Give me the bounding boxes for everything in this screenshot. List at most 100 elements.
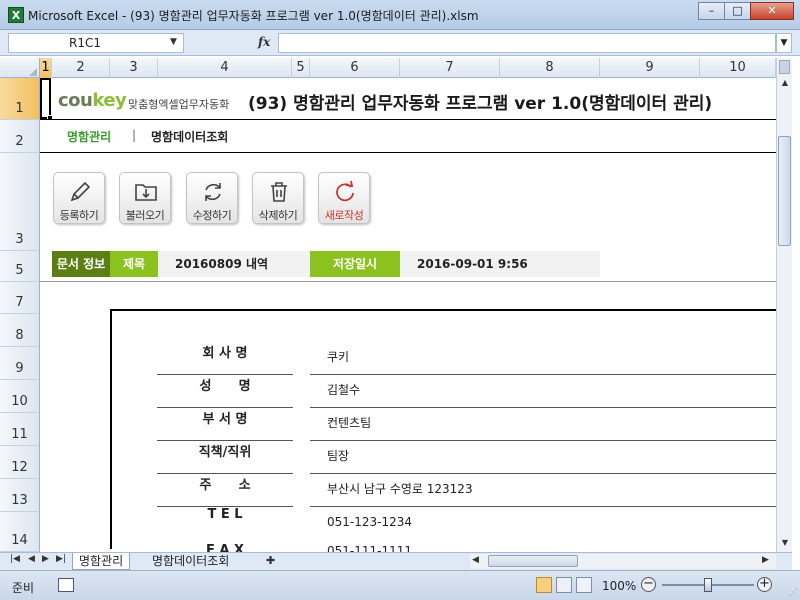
saved-at-label: 저장일시 <box>310 251 400 277</box>
field-label-fax: F A X <box>205 543 245 552</box>
column-header[interactable]: 3 <box>110 58 158 78</box>
field-value-tel[interactable]: 051-123-1234 <box>310 507 776 540</box>
row-header[interactable]: 13 <box>0 479 40 512</box>
column-header[interactable]: 10 <box>700 58 776 78</box>
fill-handle[interactable] <box>47 115 53 121</box>
edit-button[interactable]: 수정하기 <box>186 172 238 224</box>
horizontal-scroll-thumb[interactable] <box>488 555 578 567</box>
field-value-department[interactable]: 컨텐츠팀 <box>310 408 776 441</box>
logo-tagline: 맞춤형엑셀업무자동화 <box>128 98 230 111</box>
row-header[interactable]: 12 <box>0 446 40 479</box>
new-refresh-icon <box>336 180 354 202</box>
page-title: (93) 명함관리 업무자동화 프로그램 ver 1.0(명함데이터 관리) <box>248 94 713 114</box>
zoom-slider[interactable] <box>662 578 754 592</box>
excel-app-icon[interactable]: X <box>8 7 24 23</box>
vertical-scrollbar[interactable]: ▲ ▼ <box>776 58 792 552</box>
sheet-tab-card-management[interactable]: 명함관리 <box>72 553 131 570</box>
window-title: Microsoft Excel - (93) 명함관리 업무자동화 프로그램 v… <box>28 9 479 23</box>
column-header[interactable]: 4 <box>158 58 292 78</box>
saved-at-value: 2016-09-01 9:56 <box>400 251 600 277</box>
scroll-right-icon[interactable]: ▶ <box>762 555 769 565</box>
zoom-out-icon[interactable]: − <box>641 577 656 592</box>
select-all-corner[interactable] <box>0 58 40 78</box>
field-label-address: 주 소 <box>157 474 293 507</box>
active-cell-selection[interactable] <box>40 78 51 119</box>
first-sheet-icon[interactable]: |◀ <box>10 554 20 564</box>
prev-sheet-icon[interactable]: ◀ <box>28 554 35 564</box>
expand-formula-bar-icon[interactable]: ▼ <box>776 33 792 53</box>
load-button[interactable]: 불러오기 <box>119 172 171 224</box>
row-header[interactable]: 8 <box>0 314 40 347</box>
delete-button[interactable]: 삭제하기 <box>252 172 304 224</box>
name-box-dropdown-icon[interactable]: ▼ <box>170 37 177 47</box>
scroll-left-icon[interactable]: ◀ <box>472 555 479 565</box>
split-handle[interactable] <box>779 60 790 74</box>
field-label-tel: T E L <box>207 507 243 522</box>
nav-link-card-management[interactable]: 명함관리 <box>67 128 111 145</box>
window-controls: – □ ✕ <box>698 2 794 20</box>
column-header[interactable]: 2 <box>52 58 110 78</box>
resize-grip-icon[interactable]: ⋰ <box>789 588 798 598</box>
row-header[interactable]: 1 <box>0 78 40 120</box>
row-header[interactable]: 11 <box>0 413 40 446</box>
formula-tools: fx <box>188 33 274 53</box>
field-label-department: 부 서 명 <box>157 408 293 441</box>
info-divider <box>40 281 776 282</box>
register-button[interactable]: 등록하기 <box>53 172 105 224</box>
column-header[interactable]: 5 <box>292 58 310 78</box>
nav-link-card-data-search[interactable]: 명함데이터조회 <box>151 128 228 145</box>
page-layout-view-icon[interactable] <box>556 577 572 593</box>
row-header[interactable]: 5 <box>0 251 40 282</box>
formula-input[interactable] <box>278 33 776 53</box>
row-header[interactable]: 14 <box>0 512 40 552</box>
field-value-company[interactable]: 쿠키 <box>310 342 776 375</box>
insert-function-icon[interactable]: fx <box>258 35 270 49</box>
name-box[interactable]: R1C1 <box>8 33 184 53</box>
field-label-position: 직책/직위 <box>157 441 293 474</box>
scroll-down-icon[interactable]: ▼ <box>777 538 793 547</box>
minimize-button[interactable]: – <box>698 2 725 20</box>
page-break-view-icon[interactable] <box>576 577 592 593</box>
column-header[interactable]: 9 <box>600 58 700 78</box>
sheet-tab-card-data-search[interactable]: 명함데이터조회 <box>146 553 235 570</box>
row-header[interactable]: 9 <box>0 347 40 380</box>
row-header[interactable]: 7 <box>0 282 40 314</box>
column-header[interactable]: 7 <box>400 58 500 78</box>
field-value-position[interactable]: 팀장 <box>310 441 776 474</box>
row-header[interactable]: 3 <box>0 153 40 251</box>
macro-record-icon[interactable] <box>58 578 74 592</box>
sheet-tab-bar: |◀ ◀ ▶ ▶| 명함관리 명함데이터조회 ✚ ◀ ▶ <box>0 552 792 570</box>
field-value-name[interactable]: 김철수 <box>310 375 776 408</box>
title-bar: X Microsoft Excel - (93) 명함관리 업무자동화 프로그램… <box>0 0 800 30</box>
close-button[interactable]: ✕ <box>750 2 794 20</box>
column-header[interactable]: 8 <box>500 58 600 78</box>
trash-icon <box>271 182 287 202</box>
next-sheet-icon[interactable]: ▶ <box>42 554 49 564</box>
zoom-in-icon[interactable]: + <box>757 577 772 592</box>
scroll-up-icon[interactable]: ▲ <box>777 78 793 87</box>
folder-download-icon <box>135 184 157 201</box>
new-document-button[interactable]: 새로작성 <box>318 172 370 224</box>
column-header[interactable]: 6 <box>310 58 400 78</box>
status-bar: 준비 100% − + ⋰ <box>0 570 800 600</box>
field-value-fax[interactable]: 051-111-1111 <box>310 540 776 552</box>
status-ready: 준비 <box>12 581 35 595</box>
row-header[interactable]: 10 <box>0 380 40 413</box>
formula-bar: R1C1 ▼ fx ▼ <box>0 30 800 56</box>
title-label: 제목 <box>110 251 158 277</box>
field-value-address[interactable]: 부산시 남구 수영로 123123 <box>310 474 776 507</box>
column-header[interactable]: 1 <box>40 58 52 78</box>
normal-view-icon[interactable] <box>536 577 552 593</box>
horizontal-scrollbar[interactable]: ◀ ▶ <box>470 554 776 569</box>
row-header[interactable]: 2 <box>0 120 40 153</box>
insert-sheet-icon[interactable]: ✚ <box>266 554 275 567</box>
last-sheet-icon[interactable]: ▶| <box>56 554 66 564</box>
vertical-scroll-thumb[interactable] <box>778 136 791 246</box>
zoom-level[interactable]: 100% <box>602 579 636 593</box>
header-divider <box>40 119 776 120</box>
zoom-slider-thumb[interactable] <box>704 578 712 592</box>
field-label-company: 회 사 명 <box>157 342 293 375</box>
title-value[interactable]: 20160809 내역 <box>158 251 310 277</box>
pencil-icon <box>70 181 91 202</box>
maximize-button[interactable]: □ <box>724 2 751 20</box>
